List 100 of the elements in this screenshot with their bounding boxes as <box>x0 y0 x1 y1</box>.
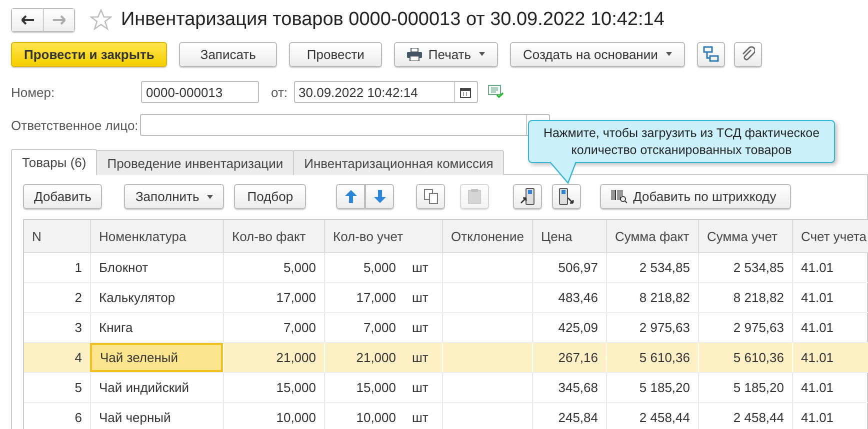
caret-icon <box>666 52 672 56</box>
table-cell: 5 185,20 <box>698 373 792 402</box>
date-field[interactable]: 30.09.2022 10:42:14 <box>294 81 478 103</box>
table-toolbar-button[interactable]: Добавить <box>23 184 102 209</box>
toolbar-button[interactable]: Записать <box>179 42 277 66</box>
table-cell: 2 458,44 <box>698 403 792 429</box>
scanner-arrow-icon <box>559 188 574 205</box>
column-header[interactable]: Кол-во учет <box>324 220 442 252</box>
tooltip-pointer <box>548 161 578 184</box>
caret-icon <box>479 52 486 56</box>
tab[interactable]: Проведение инвентаризации <box>96 150 294 175</box>
table-cell-text: шт <box>411 349 430 367</box>
table-cell: 2 975,63 <box>698 313 792 342</box>
up-arrow-icon <box>344 190 357 203</box>
table-cell-text: 2 <box>74 289 83 307</box>
scanner-arrow-icon <box>520 188 536 205</box>
move-down-button[interactable] <box>365 184 394 209</box>
table-cell: 10,000 <box>223 403 324 429</box>
column-header[interactable]: Счет учета <box>792 220 868 252</box>
column-header[interactable]: Кол-во факт <box>223 220 324 252</box>
toolbar-button[interactable]: Провести <box>288 42 382 66</box>
move-up-button[interactable] <box>336 184 366 209</box>
number-label: Номер: <box>11 84 56 100</box>
table-toolbar-button[interactable]: Подбор <box>234 184 306 209</box>
fill-button[interactable]: Заполнить <box>124 184 224 209</box>
table-cell: 41.01 <box>792 403 868 429</box>
star-icon[interactable] <box>90 9 112 31</box>
table-cell-text: шт <box>411 379 430 397</box>
table-cell-text: шт <box>411 289 430 307</box>
table-cell: 15,000 <box>223 373 324 402</box>
window-title: Инвентаризация товаров 0000-000013 от 30.09.2022 10:42:14 <box>121 9 664 31</box>
table-cell: Калькулятор <box>90 283 223 312</box>
table-cell: 17,000 <box>324 283 404 312</box>
column-header[interactable]: Сумма учет <box>698 220 792 252</box>
table-cell: Чай индийский <box>90 373 223 402</box>
table-cell: 345,68 <box>532 373 606 402</box>
column-header[interactable]: Отклонение <box>442 220 532 252</box>
printer-icon <box>407 48 422 60</box>
table-cell: 15,000 <box>324 373 404 402</box>
clipboard-icon <box>468 189 482 204</box>
caret-icon <box>207 194 214 198</box>
table-cell-text: 1 <box>74 259 83 277</box>
table-cell: 7,000 <box>324 313 404 342</box>
table-cell: 245,84 <box>532 403 606 429</box>
table-cell: Чай зеленый <box>90 343 223 372</box>
barcode-icon <box>611 189 628 204</box>
table-cell: 8 218,82 <box>698 283 792 312</box>
hierarchy-icon <box>702 46 719 62</box>
table-cell: 2 975,63 <box>606 313 698 342</box>
table-cell-text: 4 <box>74 349 83 367</box>
table-cell-text: шт <box>411 259 430 277</box>
column-header[interactable]: Сумма факт <box>606 220 698 252</box>
paperclip-icon <box>740 46 755 62</box>
attach-button[interactable] <box>734 42 762 66</box>
column-header[interactable]: N <box>24 220 90 252</box>
table-cell: 41.01 <box>792 253 868 282</box>
table-cell: 41.01 <box>792 283 868 312</box>
table-cell: Книга <box>90 313 223 342</box>
date-label: от: <box>271 84 288 100</box>
down-arrow-icon <box>374 190 386 203</box>
table-cell: 483,46 <box>532 283 606 312</box>
table-cell: 41.01 <box>792 343 868 372</box>
forward-arrow-icon <box>52 15 66 25</box>
table-cell-text: 5 <box>74 379 83 397</box>
calendar-icon <box>460 86 472 98</box>
back-arrow-icon <box>21 15 34 25</box>
table-cell: 5,000 <box>223 253 324 282</box>
table-cell: 21,000 <box>223 343 324 372</box>
table-cell: 5 185,20 <box>606 373 698 402</box>
load-from-scanner-button[interactable] <box>552 184 582 209</box>
structure-button[interactable] <box>696 42 725 66</box>
table-cell: Блокнот <box>90 253 223 282</box>
copy-button[interactable] <box>416 184 446 209</box>
table-cell: 2 534,85 <box>698 253 792 282</box>
back-button[interactable] <box>12 9 43 31</box>
column-header[interactable]: Цена <box>532 220 606 252</box>
table-cell: 7,000 <box>223 313 324 342</box>
table-cell: 8 218,82 <box>606 283 698 312</box>
table-cell: 41.01 <box>792 373 868 402</box>
table-cell: 17,000 <box>223 283 324 312</box>
add-by-barcode-button[interactable]: Добавить по штрихкоду <box>600 184 792 209</box>
column-header[interactable]: Номенклатура <box>90 220 223 252</box>
document-check-icon[interactable] <box>488 85 504 99</box>
tab[interactable]: Инвентаризационная комиссия <box>293 150 504 175</box>
table-cell-text: шт <box>411 319 430 337</box>
print-button[interactable]: Печать <box>394 42 498 66</box>
table-cell: 10,000 <box>324 403 404 429</box>
table-cell: 267,16 <box>532 343 606 372</box>
table-cell-text: 6 <box>74 409 83 427</box>
table-cell: Чай черный <box>90 403 223 429</box>
table-cell: 425,09 <box>532 313 606 342</box>
post-and-close-button[interactable]: Провести и закрыть <box>11 42 168 66</box>
table-cell: 5 610,36 <box>698 343 792 372</box>
table-cell: 5 610,36 <box>606 343 698 372</box>
upload-to-scanner-button[interactable] <box>513 184 542 209</box>
tab[interactable]: Товары (6) <box>11 149 98 175</box>
table-cell-text: 3 <box>74 319 83 337</box>
number-field[interactable]: 0000-000013 <box>141 81 259 103</box>
copy-icon <box>424 189 438 204</box>
create-based-on-button[interactable]: Создать на основании <box>510 42 685 66</box>
